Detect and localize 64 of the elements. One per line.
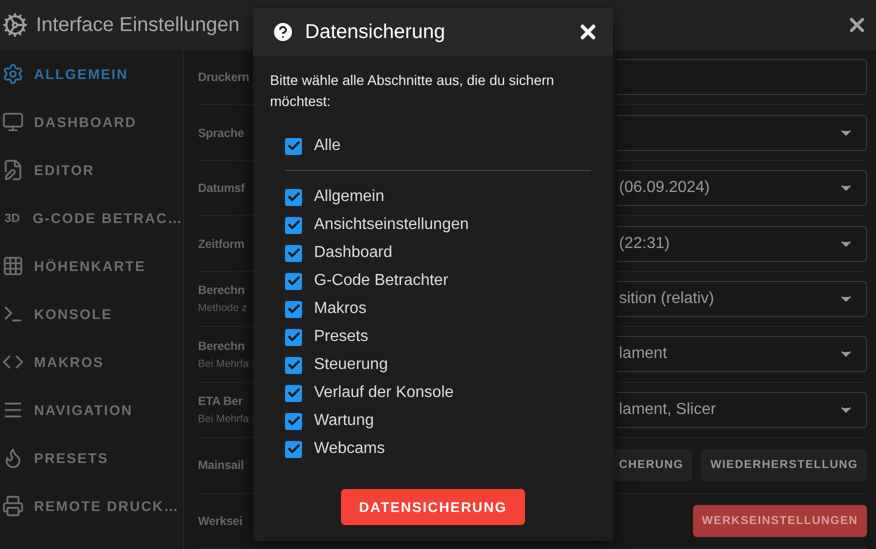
sidebar-item[interactable]: KONSOLE [0,290,183,338]
sidebar-item[interactable]: PRESETS [0,434,183,482]
checkbox-label: Steuerung [314,356,388,374]
setting-hint: Methode z [198,302,248,314]
checkbox-label: Allgemein [314,188,384,206]
select-field[interactable] [617,114,867,151]
checkbox[interactable] [285,300,302,318]
sidebar-item[interactable]: NAVIGATION [0,386,183,434]
checkbox[interactable] [285,188,302,206]
checkbox-label: Makros [314,300,366,318]
select-field[interactable]: lament [617,336,867,372]
sidebar-icon [2,159,24,181]
checkbox[interactable] [285,356,302,374]
sidebar-icon [2,255,24,277]
checkbox-label: G-Code Betrachter [314,272,448,290]
checkbox[interactable] [285,412,302,430]
sidebar-icon [2,63,24,85]
dialog-title: Datensicherung [305,20,446,44]
setting-label: Berechn [198,283,246,298]
setting-label: Druckern [198,70,250,84]
setting-label: Berechn [198,338,246,353]
action-button[interactable]: WIEDERHERSTELLUNG [701,449,867,482]
checkbox[interactable] [285,272,302,290]
checkbox-label: Presets [314,328,368,346]
checkbox[interactable] [285,216,302,234]
sidebar-item[interactable]: 3D G-CODE BETRAC… [0,194,183,242]
checkbox[interactable] [285,328,302,346]
sidebar-item[interactable]: HÖHENKARTE [0,242,183,290]
setting-label: Datumsf [198,181,246,196]
help-icon [271,20,295,44]
checkbox-label: Wartung [314,412,374,430]
checkbox[interactable] [285,384,302,402]
text-field[interactable] [617,59,867,96]
sidebar-item[interactable]: REMOTE DRUCK… [0,482,183,530]
checkbox[interactable] [285,244,302,262]
sidebar-icon [2,495,24,517]
sidebar-item[interactable]: ALLGEMEIN [0,50,183,98]
reset-button[interactable]: WERKSEINSTELLUNGEN [692,504,867,537]
checkbox-label: Webcams [314,440,385,458]
gears-icon [2,12,28,38]
setting-label: ETA Ber [198,394,244,408]
setting-label: Werksei [198,514,244,528]
checkbox-label: Dashboard [314,244,392,262]
select-field[interactable]: lament, Slicer [617,392,867,428]
checkbox[interactable] [285,440,302,458]
backup-button[interactable]: DATENSICHERUNG [341,489,525,525]
checkbox[interactable] [285,138,302,154]
setting-hint: Bei Mehrfa [198,358,250,370]
select-field[interactable]: (22:31) [617,226,867,262]
checkbox-label: Alle [314,137,341,155]
sidebar-item[interactable]: DASHBOARD [0,98,183,146]
select-field[interactable]: (06.09.2024) [617,170,867,206]
select-field[interactable]: sition (relativ) [617,280,867,317]
window-title: Interface Einstellungen [36,14,240,36]
checkbox-label: Ansichtseinstellungen [314,216,469,234]
sidebar-item[interactable]: MAKROS [0,338,183,386]
sidebar-icon [2,111,24,133]
setting-label: Sprache [198,126,245,140]
setting-label: Mainsail [198,458,245,472]
dialog-message: Bitte wähle alle Abschnitte aus, die du sichern möchtest: [270,71,556,111]
checkbox-label: Verlauf der Konsole [314,384,454,402]
setting-label: Zeitform [198,236,246,251]
setting-hint: Bei Mehrfa [198,413,250,426]
sidebar-item[interactable]: EDITOR [0,146,183,194]
